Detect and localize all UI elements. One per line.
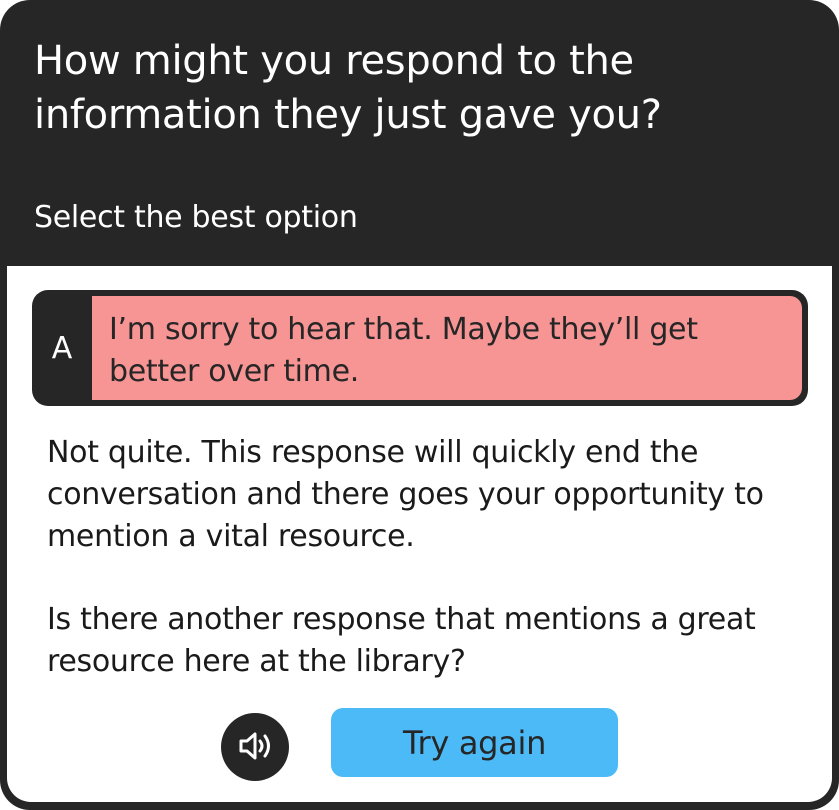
instruction-text: Select the best option [34, 200, 358, 235]
feedback-hint: Is there another response that mentions … [47, 602, 756, 679]
answer-panel: A I’m sorry to hear that. Maybe they’ll … [7, 266, 832, 802]
question-header: How might you respond to the information… [0, 0, 839, 266]
option-text: I’m sorry to hear that. Maybe they’ll ge… [92, 296, 802, 400]
audio-button[interactable] [221, 713, 289, 781]
answer-option-a[interactable]: A I’m sorry to hear that. Maybe they’ll … [32, 290, 808, 406]
try-again-button[interactable]: Try again [331, 708, 618, 777]
question-text: How might you respond to the information… [34, 38, 662, 138]
option-letter: A [51, 330, 73, 366]
question-card: How might you respond to the information… [0, 0, 839, 810]
feedback-message: Not quite. This response will quickly en… [47, 435, 764, 554]
speaker-icon [237, 730, 273, 765]
